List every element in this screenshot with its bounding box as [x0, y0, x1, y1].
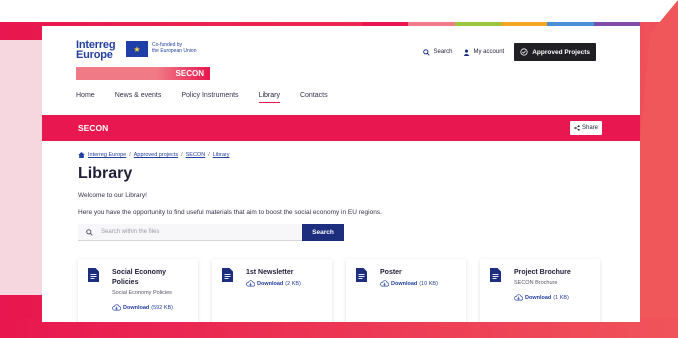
project-header-bar: SECON Share	[42, 115, 640, 141]
document-card: Project Brochure SECON Brochure Download (1…	[480, 259, 600, 322]
download-label: Download	[525, 294, 552, 301]
logo-text: Interreg Europe	[76, 40, 116, 61]
share-label: Share	[581, 125, 598, 131]
my-account-label: My account	[473, 49, 505, 55]
home-icon[interactable]	[78, 152, 85, 158]
project-banner-label: SECON	[175, 69, 204, 78]
cofund-line2: the European Union	[152, 48, 197, 54]
document-subtitle: Social Economy Policies	[112, 290, 172, 296]
document-icon	[356, 268, 367, 282]
document-card: Poster Download (10 KB)	[346, 259, 466, 322]
file-size: (1 KB)	[553, 294, 569, 301]
download-link[interactable]: Download (2 KB)	[246, 280, 301, 287]
breadcrumb-separator: /	[208, 152, 210, 158]
breadcrumb-link[interactable]: Library	[213, 152, 230, 158]
cloud-download-icon	[246, 280, 255, 287]
document-subtitle: SECON Brochure	[514, 280, 558, 286]
library-search: Search within the files Search	[78, 224, 344, 241]
intro-text: Here you have the opportunity to find us…	[78, 209, 382, 216]
search-placeholder: Search within the files	[101, 229, 160, 235]
cofund-text: Co-funded by the European Union	[152, 42, 196, 54]
search-link-label: Search	[433, 49, 453, 55]
nav-item-contacts[interactable]: Contacts	[300, 92, 328, 103]
breadcrumb-link[interactable]: Approved projects	[134, 152, 178, 158]
document-card: 1st Newsletter Download (2 KB)	[212, 259, 332, 322]
nav-item-news-events[interactable]: News & events	[115, 92, 162, 103]
download-label: Download	[257, 280, 284, 287]
check-circle-icon	[520, 48, 528, 56]
share-icon	[574, 125, 580, 131]
page-title: Library	[78, 165, 133, 182]
document-icon	[222, 268, 233, 282]
document-title: 1st Newsletter	[246, 269, 294, 276]
header-actions: Search My account Approved Projects	[422, 43, 596, 61]
cloud-download-icon	[380, 280, 389, 287]
breadcrumb-separator: /	[129, 152, 131, 158]
approved-projects-button[interactable]: Approved Projects	[514, 43, 596, 61]
document-list: Social Economy Policies Social Economy Po…	[78, 259, 600, 322]
download-label: Download	[123, 304, 150, 311]
download-link[interactable]: Download (1 KB)	[514, 294, 569, 301]
download-link[interactable]: Download (10 KB)	[380, 280, 438, 287]
nav-item-home[interactable]: Home	[76, 92, 95, 103]
search-button[interactable]: Search	[302, 224, 344, 241]
search-icon	[86, 228, 93, 236]
document-card: Social Economy Policies Social Economy Po…	[78, 259, 198, 322]
nav-item-library[interactable]: Library	[258, 92, 280, 103]
welcome-text: Welcome to our Library!	[78, 192, 147, 199]
logo-line2: Europe	[76, 49, 113, 61]
download-link[interactable]: Download (592 KB)	[112, 304, 173, 311]
breadcrumb-link[interactable]: Interreg Europe	[88, 152, 126, 158]
background-top	[0, 0, 678, 22]
cloud-download-icon	[112, 304, 121, 311]
document-title: Poster	[380, 269, 402, 276]
document-title: Social Economy Policies	[112, 269, 167, 286]
search-input[interactable]: Search within the files	[78, 224, 302, 241]
document-title: Project Brochure	[514, 269, 571, 276]
main-nav: Home News & events Policy Instruments Libra…	[76, 92, 328, 103]
breadcrumb: Interreg Europe / Approved projects / SECON /…	[78, 152, 230, 158]
approved-projects-label: Approved Projects	[532, 48, 590, 56]
download-label: Download	[391, 280, 418, 287]
project-title: SECON	[78, 123, 109, 133]
background-left-panel	[0, 40, 44, 295]
eu-flag-icon: ★	[126, 41, 148, 57]
search-link[interactable]: Search	[422, 48, 453, 56]
breadcrumb-separator: /	[181, 152, 183, 158]
file-size: (592 KB)	[151, 304, 173, 311]
project-banner: SECON	[76, 67, 210, 80]
page-card: Interreg Europe ★ Co-funded by the Europ…	[42, 26, 640, 322]
user-icon	[463, 49, 469, 56]
document-icon	[88, 268, 99, 282]
breadcrumb-link[interactable]: SECON	[186, 152, 206, 158]
interreg-logo[interactable]: Interreg Europe ★ Co-funded by the Europ…	[76, 40, 216, 64]
file-size: (2 KB)	[285, 280, 301, 287]
cloud-download-icon	[514, 294, 523, 301]
document-icon	[490, 268, 501, 282]
share-button[interactable]: Share	[569, 121, 602, 135]
search-icon	[422, 48, 430, 56]
file-size: (10 KB)	[419, 280, 438, 287]
nav-item-policy-instruments[interactable]: Policy Instruments	[181, 92, 238, 103]
my-account-link[interactable]: My account	[463, 49, 505, 56]
